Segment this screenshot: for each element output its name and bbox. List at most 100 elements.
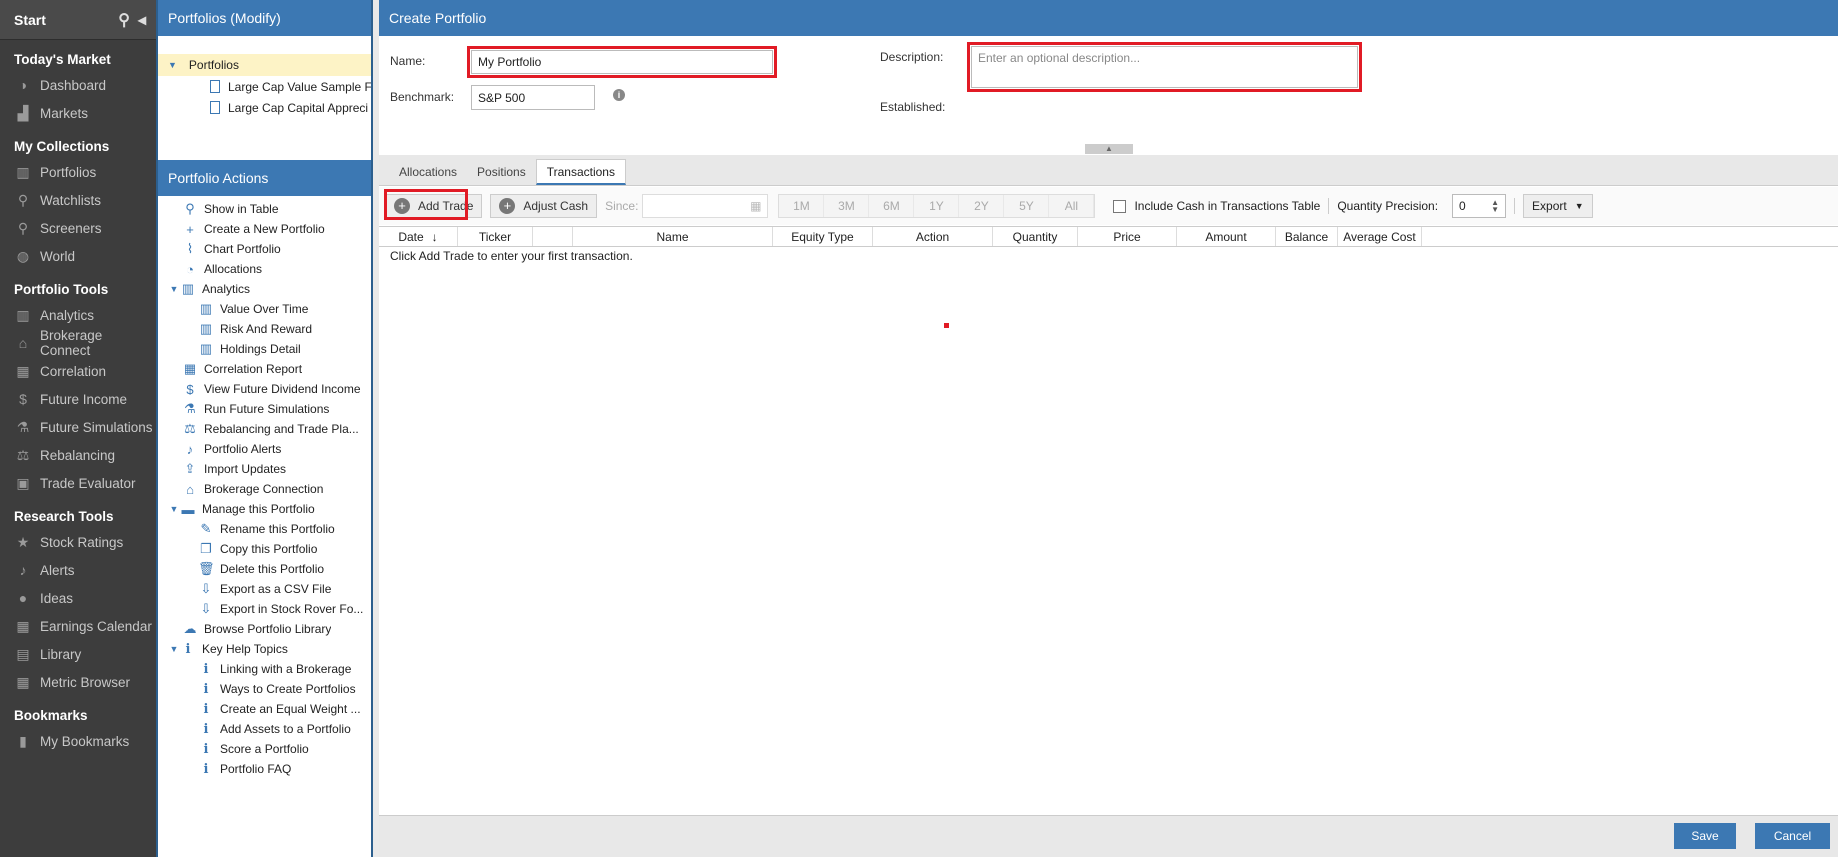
action-label: Run Future Simulations [204,402,330,416]
expand-toggle-icon[interactable]: ▼ [168,644,180,654]
period-6m[interactable]: 6M [869,195,915,217]
action-analytics[interactable]: ▼ ▥ Analytics [158,279,371,299]
action-browse-portfolio-library[interactable]: ☁ Browse Portfolio Library [158,619,371,639]
column-balance[interactable]: Balance [1276,227,1338,246]
nav-title[interactable]: Start [14,12,110,28]
nav-item-markets[interactable]: ▟ Markets [0,99,156,127]
nav-item-watchlists[interactable]: ⚲ Watchlists [0,186,156,214]
action-copy-this-portfolio[interactable]: ❐ Copy this Portfolio [158,539,371,559]
action-show-in-table[interactable]: ⚲ Show in Table [158,199,371,219]
benchmark-field[interactable]: S&P 500 [471,85,595,110]
export-button[interactable]: Export ▼ [1523,194,1593,218]
action-correlation-report[interactable]: ▦ Correlation Report [158,359,371,379]
action-import-updates[interactable]: ⇪ Import Updates [158,459,371,479]
column-ticker[interactable]: Ticker [458,227,533,246]
adjust-cash-button[interactable]: + Adjust Cash [490,194,598,218]
action-ways-to-create-portfolios[interactable]: i Ways to Create Portfolios [158,679,371,699]
cancel-button[interactable]: Cancel [1755,823,1830,849]
action-create-a-new-portfolio[interactable]: + Create a New Portfolio [158,219,371,239]
nav-item-ideas[interactable]: ● Ideas [0,584,156,612]
action-delete-this-portfolio[interactable]: 🗑 Delete this Portfolio [158,559,371,579]
nav-item-label: Brokerage Connect [39,328,103,358]
nav-item-analytics[interactable]: ▥ Analytics [0,301,156,329]
period-1y[interactable]: 1Y [914,195,960,217]
action-rename-this-portfolio[interactable]: ✎ Rename this Portfolio [158,519,371,539]
nav-item-metric-browser[interactable]: ▦ Metric Browser [0,668,156,696]
action-holdings-detail[interactable]: ▥ Holdings Detail [158,339,371,359]
nav-item-future-income[interactable]: $ Future Income [0,385,156,413]
tab-allocations[interactable]: Allocations [389,159,467,185]
nav-item-trade-evaluator[interactable]: ▣ Trade Evaluator [0,469,156,497]
action-view-future-dividend-income[interactable]: $ View Future Dividend Income [158,379,371,399]
nav-item-my-bookmarks[interactable]: ▮ My Bookmarks [0,727,156,755]
action-create-an-equal-weight[interactable]: i Create an Equal Weight ... [158,699,371,719]
action-value-over-time[interactable]: ▥ Value Over Time [158,299,371,319]
action-run-future-simulations[interactable]: ⚗ Run Future Simulations [158,399,371,419]
tree-item-portfolio[interactable]: Large Cap Value Sample F [158,76,371,97]
nav-item-rebalancing[interactable]: ⚖ Rebalancing [0,441,156,469]
quantity-precision-stepper[interactable]: 0 ▲ ▼ [1452,194,1507,218]
actions-panel-title: Portfolio Actions [158,160,371,196]
column-blank[interactable] [533,227,573,246]
period-3m[interactable]: 3M [824,195,870,217]
expand-toggle-icon[interactable]: ▼ [168,60,177,70]
tab-transactions[interactable]: Transactions [535,159,626,185]
action-manage-this-portfolio[interactable]: ▼ ▬ Manage this Portfolio [158,499,371,519]
spinner-arrows-icon[interactable]: ▲ ▼ [1491,199,1499,214]
nav-item-world[interactable]: ◍ World [0,242,156,270]
column-price[interactable]: Price [1078,227,1177,246]
expand-toggle-icon[interactable]: ▼ [168,504,180,514]
action-key-help-topics[interactable]: ▼ i Key Help Topics [158,639,371,659]
nav-item-library[interactable]: ▤ Library [0,640,156,668]
column-average-cost[interactable]: Average Cost [1338,227,1422,246]
cloud-download-icon: ☁ [183,621,197,636]
column-quantity[interactable]: Quantity [993,227,1078,246]
column-date[interactable]: Date ↓ [379,227,458,246]
expand-toggle-icon[interactable]: ▼ [168,284,180,294]
period-1m[interactable]: 1M [779,195,825,217]
action-label: Show in Table [204,202,279,216]
info-icon[interactable]: i [613,89,625,101]
collapse-form-button[interactable]: ▲ [1085,144,1133,154]
include-cash-checkbox[interactable] [1113,199,1127,213]
search-icon[interactable]: ⚲ [118,10,130,30]
nav-item-correlation[interactable]: ▦ Correlation [0,357,156,385]
action-export-in-stock-rover-fo[interactable]: ⇩ Export in Stock Rover Fo... [158,599,371,619]
column-action[interactable]: Action [873,227,993,246]
save-button[interactable]: Save [1674,823,1736,849]
period-all[interactable]: All [1049,195,1095,217]
nav-item-future-simulations[interactable]: ⚗ Future Simulations [0,413,156,441]
nav-item-portfolios[interactable]: ▥ Portfolios [0,158,156,186]
tree-item-portfolio[interactable]: Large Cap Capital Appreci [158,97,371,118]
column-equity-type[interactable]: Equity Type [773,227,873,246]
action-brokerage-connection[interactable]: ⌂ Brokerage Connection [158,479,371,499]
tab-positions[interactable]: Positions [467,159,536,185]
include-cash-option[interactable]: Include Cash in Transactions Table [1113,199,1320,213]
collapse-arrow-icon[interactable]: ◂ [138,10,146,30]
action-export-as-a-csv-file[interactable]: ⇩ Export as a CSV File [158,579,371,599]
action-risk-and-reward[interactable]: ▥ Risk And Reward [158,319,371,339]
nav-item-earnings-calendar[interactable]: ▦ Earnings Calendar [0,612,156,640]
description-label: Description: [880,50,944,64]
tree-root-portfolios[interactable]: ▼ Portfolios [158,54,371,76]
action-portfolio-faq[interactable]: i Portfolio FAQ [158,759,371,779]
action-allocations[interactable]: ◔ Allocations [158,259,371,279]
action-portfolio-alerts[interactable]: ♪ Portfolio Alerts [158,439,371,459]
calendar-icon[interactable]: ▦ [750,199,761,213]
nav-item-screeners[interactable]: ⚲ Screeners [0,214,156,242]
nav-item-dashboard[interactable]: ◑ Dashboard [0,71,156,99]
nav-item-brokerage-connect[interactable]: ⌂ Brokerage Connect [0,328,156,358]
column-name[interactable]: Name [573,227,773,246]
since-date-input[interactable]: ▦ [642,194,769,218]
nav-item-alerts[interactable]: ♪ Alerts [0,556,156,584]
action-rebalancing-and-trade-pla[interactable]: ⚖ Rebalancing and Trade Pla... [158,419,371,439]
action-add-assets-to-a-portfolio[interactable]: i Add Assets to a Portfolio [158,719,371,739]
info-icon: i [203,681,209,697]
action-score-a-portfolio[interactable]: i Score a Portfolio [158,739,371,759]
period-5y[interactable]: 5Y [1004,195,1050,217]
nav-item-stock-ratings[interactable]: ★ Stock Ratings [0,528,156,556]
period-2y[interactable]: 2Y [959,195,1005,217]
action-linking-with-a-brokerage[interactable]: i Linking with a Brokerage [158,659,371,679]
column-amount[interactable]: Amount [1177,227,1276,246]
action-chart-portfolio[interactable]: ⌇ Chart Portfolio [158,239,371,259]
